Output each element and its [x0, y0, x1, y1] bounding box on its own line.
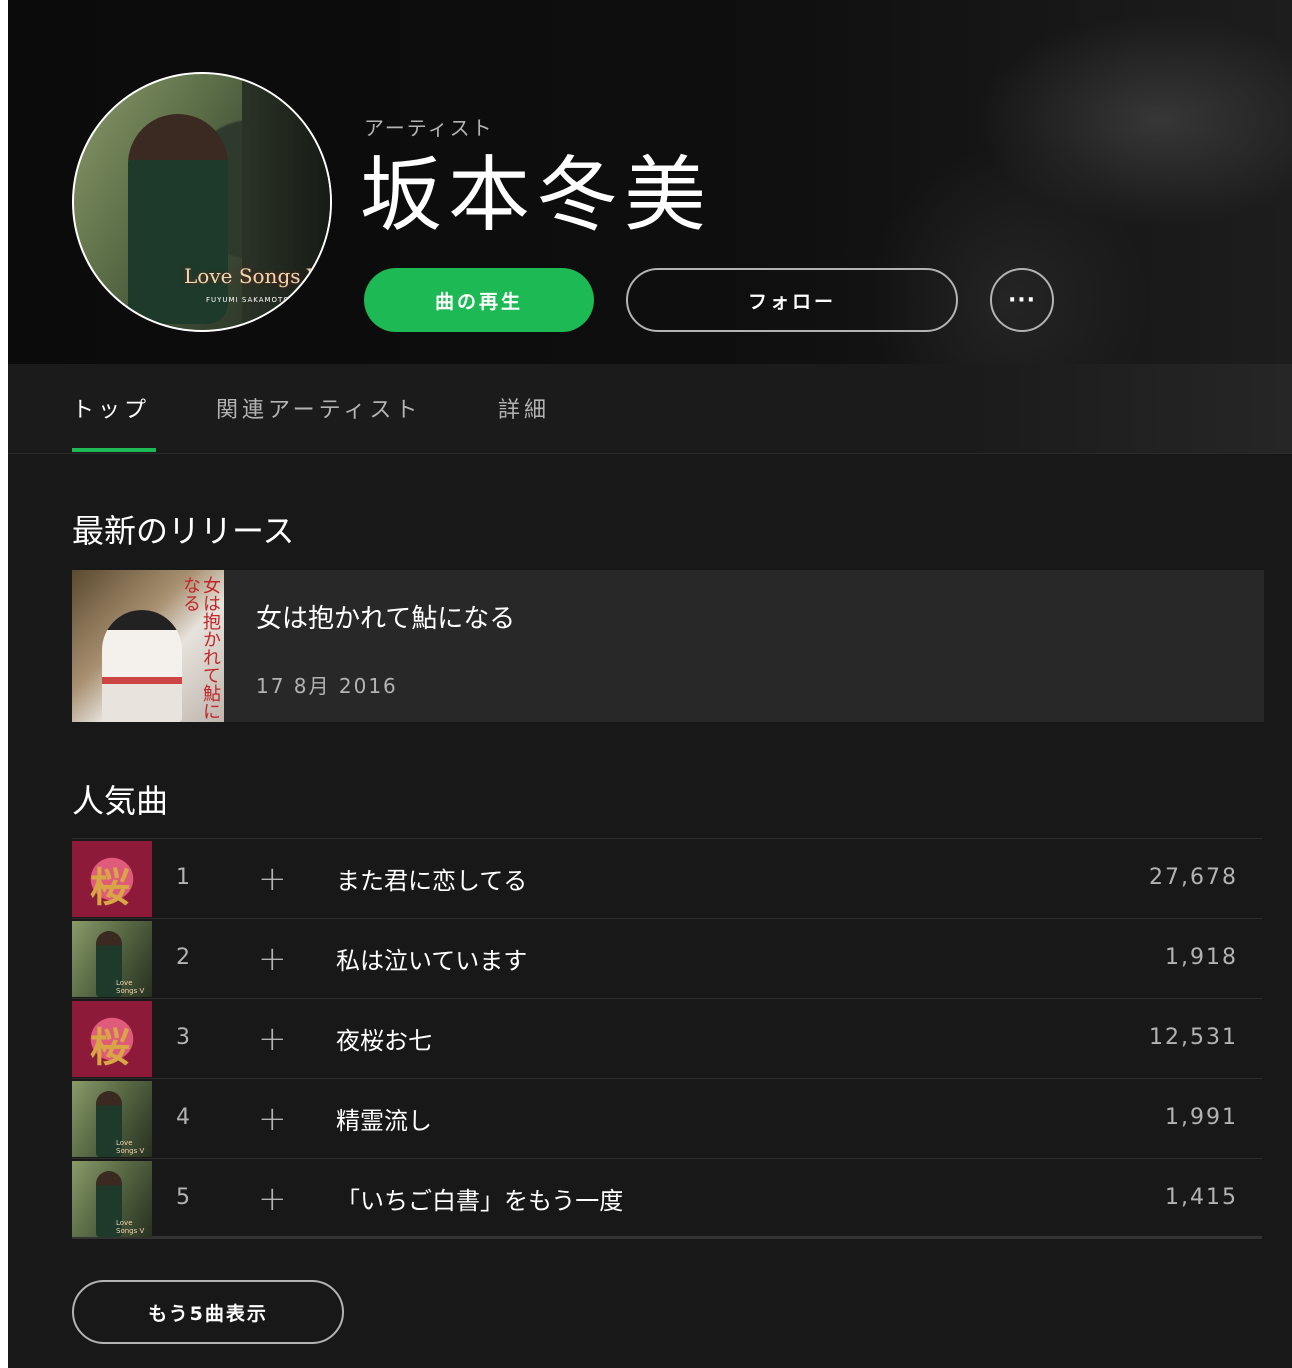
avatar-cover-title: Love Songs V [184, 264, 322, 288]
cover-mini-text: Love Songs V [116, 1139, 145, 1155]
release-cover-text: 女は抱かれて鮎になる [180, 576, 221, 720]
track-title: 夜桜お七 [336, 1027, 432, 1055]
release-date: 17 8月 2016 [256, 674, 398, 698]
avatar-door-image [242, 74, 330, 330]
play-button[interactable]: 曲の再生 [364, 268, 594, 332]
track-number: 1 [176, 865, 190, 890]
track-play-count: 1,991 [1165, 1105, 1238, 1130]
add-icon[interactable]: + [258, 1019, 287, 1059]
track-row[interactable]: Love Songs V 4 + 精霊流し 1,991 [72, 1079, 1262, 1159]
show-more-tracks-button[interactable]: もう5曲表示 [72, 1280, 344, 1344]
popular-tracks-heading: 人気曲 [72, 782, 169, 820]
cover-mini-text: Love Songs V [116, 1219, 145, 1235]
cover-mini-text: Love Songs V [116, 979, 145, 995]
latest-release-heading: 最新のリリース [72, 512, 295, 550]
popular-track-list: 桜 1 + また君に恋してる 27,678 Love Songs V 2 + 私… [72, 838, 1262, 1239]
tab-about[interactable]: 詳細 [498, 392, 550, 424]
artist-header: Love Songs V FUYUMI SAKAMOTO アーティスト 坂本冬美… [8, 0, 1292, 364]
more-options-button[interactable]: ··· [990, 268, 1054, 332]
track-number: 3 [176, 1025, 190, 1050]
track-title: 「いちご白書」をもう一度 [336, 1187, 624, 1215]
artist-name: 坂本冬美 [360, 148, 713, 243]
artist-avatar: Love Songs V FUYUMI SAKAMOTO [72, 72, 332, 332]
avatar-figure-image [128, 114, 228, 324]
track-row[interactable]: 桜 1 + また君に恋してる 27,678 [72, 839, 1262, 919]
track-play-count: 12,531 [1149, 1025, 1238, 1050]
track-cover-art: Love Songs V [72, 1081, 152, 1157]
latest-release-card[interactable]: 女は抱かれて鮎になる 女は抱かれて鮎になる 17 8月 2016 [72, 570, 1264, 722]
add-icon[interactable]: + [258, 939, 287, 979]
tab-top[interactable]: トップ [72, 392, 150, 424]
follow-button[interactable]: フォロー [626, 268, 958, 332]
track-play-count: 1,415 [1165, 1185, 1238, 1210]
release-title[interactable]: 女は抱かれて鮎になる [256, 598, 515, 635]
avatar-cover-subtitle: FUYUMI SAKAMOTO [206, 296, 290, 304]
release-cover-figure [102, 610, 182, 722]
track-row[interactable]: Love Songs V 2 + 私は泣いています 1,918 [72, 919, 1262, 999]
track-row[interactable]: 桜 3 + 夜桜お七 12,531 [72, 999, 1262, 1079]
add-icon[interactable]: + [258, 1099, 287, 1139]
ellipsis-icon: ··· [1007, 287, 1037, 313]
track-title: また君に恋してる [336, 867, 528, 895]
track-number: 2 [176, 945, 190, 970]
artist-type-label: アーティスト [364, 116, 494, 140]
release-cover-art: 女は抱かれて鮎になる [72, 570, 224, 722]
artist-page: Love Songs V FUYUMI SAKAMOTO アーティスト 坂本冬美… [8, 0, 1292, 1368]
track-number: 4 [176, 1105, 190, 1130]
track-play-count: 1,918 [1165, 945, 1238, 970]
artist-tabs: トップ 関連アーティスト 詳細 [8, 364, 1292, 454]
add-icon[interactable]: + [258, 859, 287, 899]
track-title: 精霊流し [336, 1107, 432, 1135]
track-number: 5 [176, 1185, 190, 1210]
track-cover-art: 桜 [72, 1001, 152, 1077]
add-icon[interactable]: + [258, 1179, 287, 1219]
track-cover-art: Love Songs V [72, 921, 152, 997]
track-cover-art: 桜 [72, 841, 152, 917]
window-edge [0, 0, 8, 1368]
track-row[interactable]: Love Songs V 5 + 「いちご白書」をもう一度 1,415 [72, 1159, 1262, 1239]
sakura-glyph: 桜 [90, 864, 130, 911]
track-title: 私は泣いています [336, 947, 528, 975]
sakura-glyph: 桜 [90, 1024, 130, 1071]
active-tab-indicator [72, 448, 156, 452]
track-cover-art: Love Songs V [72, 1161, 152, 1237]
tab-related-artists[interactable]: 関連アーティスト [216, 392, 421, 424]
track-play-count: 27,678 [1149, 865, 1238, 890]
